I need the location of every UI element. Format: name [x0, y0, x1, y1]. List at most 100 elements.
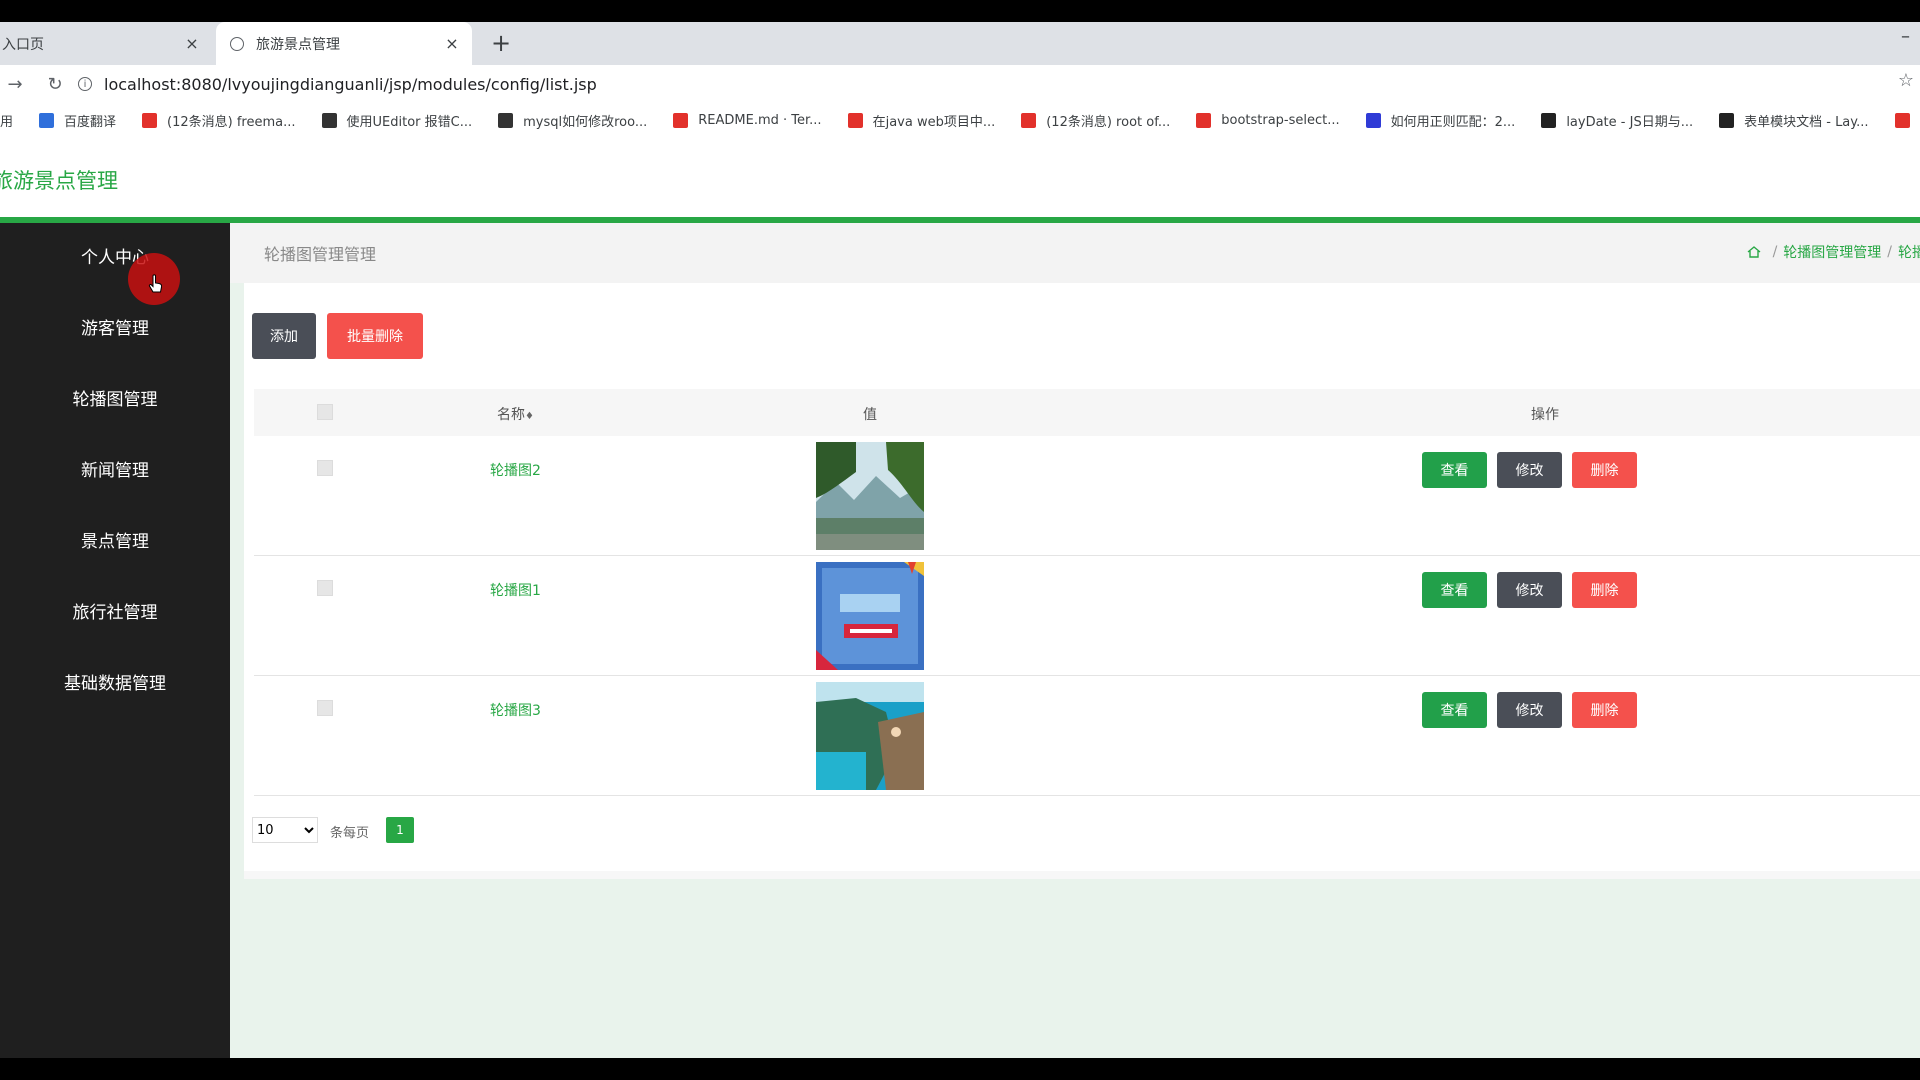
bookmark-item[interactable]: bootstrap-select...	[1196, 112, 1340, 128]
main-content: 轮播图管理管理 / 轮播图管理管理 / 轮播图 添加 批量删除 名称♦ 值 操作	[230, 223, 1920, 1058]
browser-toolbar: → ↻ i localhost:8080/lvyoujingdianguanli…	[0, 65, 1920, 103]
column-header-actions: 操作	[1531, 407, 1559, 423]
row-checkbox[interactable]	[317, 700, 333, 716]
batch-delete-button[interactable]: 批量删除	[327, 313, 423, 359]
page-number-button[interactable]: 1	[386, 817, 414, 843]
bookmark-label: (12条消息) freema...	[167, 114, 296, 130]
bookmark-item[interactable]: 用	[0, 111, 13, 130]
bookmark-label: README.md · Ter...	[698, 112, 822, 128]
sidebar-item-visitors[interactable]: 游客管理	[0, 294, 230, 365]
bookmark-label: 表单模块文档 - Lay...	[1744, 114, 1869, 130]
bookmark-favicon-icon	[1021, 112, 1037, 128]
column-header-label: 名称	[497, 407, 525, 423]
bookmark-item[interactable]: (12条消息) freema...	[142, 111, 296, 130]
view-button[interactable]: 查看	[1422, 692, 1487, 728]
breadcrumb-separator: /	[1772, 244, 1778, 260]
breadcrumb-item[interactable]: 轮播图管理管理	[1783, 242, 1881, 262]
sort-icon: ♦	[525, 411, 534, 422]
delete-button[interactable]: 删除	[1572, 692, 1637, 728]
bookmark-label: 用	[0, 114, 14, 130]
data-table: 名称♦ 值 操作 轮播图2 查看 修改 删除 轮播图1 查看 修改 删除 轮播图…	[254, 389, 1920, 796]
close-icon[interactable]: ×	[438, 34, 466, 53]
row-name[interactable]: 轮播图2	[490, 460, 541, 480]
sidebar-item-scenic-spots[interactable]: 景点管理	[0, 507, 230, 578]
info-icon[interactable]: i	[78, 77, 92, 91]
minimize-button[interactable]: –	[1901, 26, 1910, 47]
tab-label: 入口页	[2, 36, 44, 53]
bookmark-label: (12条消息) root of...	[1046, 114, 1171, 130]
bookmark-favicon-icon	[1365, 112, 1381, 128]
forward-icon[interactable]: →	[0, 74, 30, 95]
bookmark-label: layDate - JS日期与...	[1566, 114, 1694, 130]
row-name[interactable]: 轮播图3	[490, 700, 541, 720]
edit-button[interactable]: 修改	[1497, 692, 1562, 728]
page-size-select[interactable]: 10	[252, 817, 318, 843]
globe-icon	[230, 36, 244, 51]
edit-button[interactable]: 修改	[1497, 572, 1562, 608]
home-icon[interactable]	[1747, 246, 1761, 258]
new-tab-button[interactable]: +	[486, 28, 516, 58]
row-checkbox[interactable]	[317, 580, 333, 596]
sidebar-item-carousel[interactable]: 轮播图管理	[0, 365, 230, 436]
sidebar-item-base-data[interactable]: 基础数据管理	[0, 649, 230, 720]
panel-divider	[244, 871, 1920, 879]
bookmark-favicon-icon	[498, 112, 514, 128]
breadcrumb-item[interactable]: 轮播图	[1898, 242, 1920, 262]
bookmark-item[interactable]: README.md · Ter...	[673, 112, 822, 128]
select-all-checkbox[interactable]	[317, 404, 333, 420]
bookmark-item[interactable]: 表单模块文档 - Lay...	[1719, 111, 1869, 130]
tab-strip: 入口页 × 旅游景点管理 × + –	[0, 22, 1920, 65]
bookmark-favicon-icon	[39, 112, 55, 128]
app-title: 旅游景点管理	[0, 169, 118, 193]
row-name[interactable]: 轮播图1	[490, 580, 541, 600]
content-panel: 添加 批量删除 名称♦ 值 操作 轮播图2 查看 修改 删除 轮播图1 查看 修…	[244, 283, 1920, 876]
sidebar-item-news[interactable]: 新闻管理	[0, 436, 230, 507]
bookmark-label: 如何用正则匹配：2...	[1390, 114, 1516, 130]
bookmark-item[interactable]: 使用UEditor 报错C...	[321, 111, 472, 130]
bookmark-item[interactable]: 百度翻译	[39, 111, 116, 130]
browser-window: 入口页 × 旅游景点管理 × + – → ↻ i localhost:8080/…	[0, 22, 1920, 1058]
table-row: 轮播图1 查看 修改 删除	[254, 556, 1920, 676]
url-text: localhost:8080/lvyoujingdianguanli/jsp/m…	[104, 74, 597, 94]
breadcrumb: / 轮播图管理管理 / 轮播图	[1747, 242, 1920, 262]
column-header-name[interactable]: 名称♦	[497, 404, 534, 424]
row-checkbox[interactable]	[317, 460, 333, 476]
page-title: 轮播图管理管理	[264, 245, 377, 264]
edit-button[interactable]: 修改	[1497, 452, 1562, 488]
delete-button[interactable]: 删除	[1572, 572, 1637, 608]
bookmark-favicon-icon	[1196, 112, 1212, 128]
bookmark-label: 百度翻译	[64, 114, 117, 130]
carousel-image-poster	[816, 562, 924, 670]
bookmark-item[interactable]: 在java web项目中...	[847, 111, 995, 130]
page-header: 轮播图管理管理 / 轮播图管理管理 / 轮播图	[230, 223, 1920, 283]
sidebar-item-personal-center[interactable]: 个人中心	[0, 223, 230, 294]
delete-button[interactable]: 删除	[1572, 452, 1637, 488]
bookmark-favicon-icon	[1719, 112, 1735, 128]
view-button[interactable]: 查看	[1422, 572, 1487, 608]
view-button[interactable]: 查看	[1422, 452, 1487, 488]
carousel-image-sea-cliff	[816, 682, 924, 790]
bookmark-item[interactable]: 如何用正则匹配：2...	[1365, 111, 1516, 130]
bookmark-favicon-icon	[1541, 112, 1557, 128]
app-header: 旅游景点管理	[0, 137, 1920, 223]
tab-entry-page[interactable]: 入口页 ×	[0, 22, 212, 65]
reload-icon[interactable]: ↻	[40, 74, 70, 95]
sidebar: 个人中心 游客管理 轮播图管理 新闻管理 景点管理 旅行社管理 基础数据管理	[0, 223, 230, 1058]
address-bar[interactable]: i localhost:8080/lvyoujingdianguanli/jsp…	[70, 69, 1890, 99]
table-header: 名称♦ 值 操作	[254, 389, 1920, 436]
tab-label: 旅游景点管理	[256, 36, 340, 53]
sidebar-item-travel-agencies[interactable]: 旅行社管理	[0, 578, 230, 649]
bookmark-item[interactable]: (12条消息) 关于lay	[1894, 111, 1920, 130]
tab-scenic-admin[interactable]: 旅游景点管理 ×	[216, 22, 472, 65]
add-button[interactable]: 添加	[252, 313, 316, 359]
column-header-value: 值	[863, 407, 877, 423]
carousel-image-landscape	[816, 442, 924, 550]
star-icon[interactable]: ☆	[1898, 70, 1914, 91]
bookmark-label: bootstrap-select...	[1221, 112, 1340, 128]
close-icon[interactable]: ×	[178, 34, 206, 53]
bookmark-item[interactable]: layDate - JS日期与...	[1541, 111, 1693, 130]
bookmark-item[interactable]: mysql如何修改roo...	[498, 111, 647, 130]
bookmark-favicon-icon	[142, 112, 158, 128]
bookmark-favicon-icon	[321, 112, 337, 128]
bookmark-item[interactable]: (12条消息) root of...	[1021, 111, 1170, 130]
